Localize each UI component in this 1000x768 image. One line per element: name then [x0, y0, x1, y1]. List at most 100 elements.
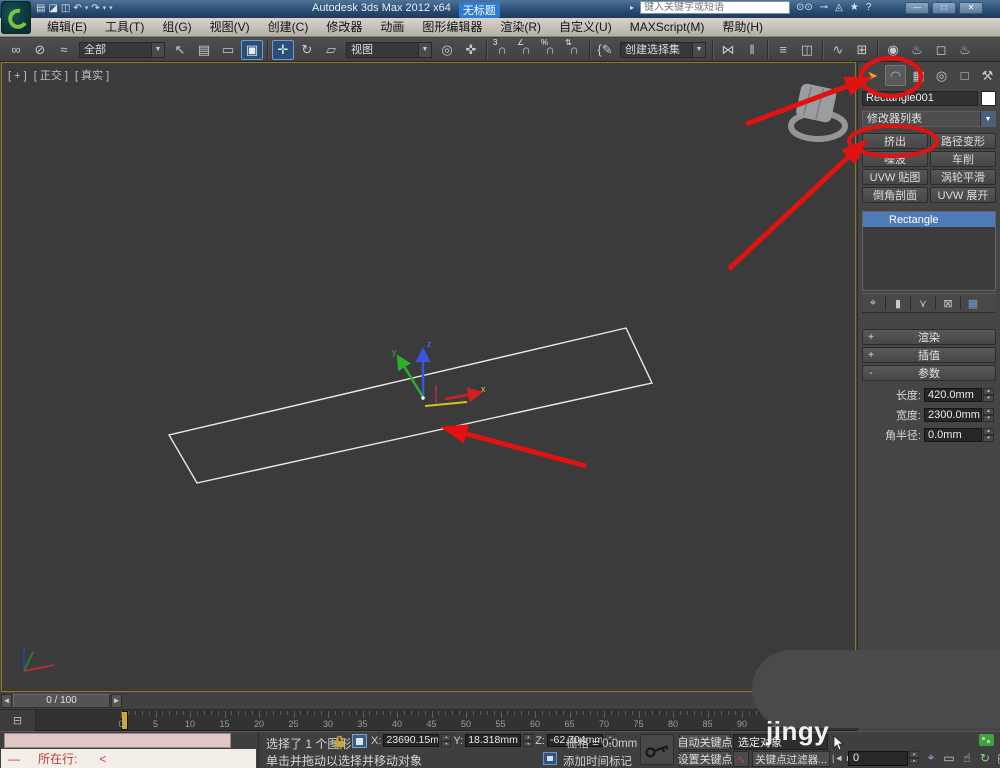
menu-rendering[interactable]: 渲染(R)	[491, 18, 550, 36]
search-input[interactable]	[640, 1, 791, 14]
modifier-button[interactable]: UVW 贴图	[862, 169, 928, 185]
maximize-button[interactable]: □	[932, 2, 956, 14]
track-bar[interactable]: ⊟ 05101520253035404550556065707580859095…	[0, 710, 857, 731]
spinner-up-icon[interactable]: ▴	[983, 428, 994, 435]
menu-group[interactable]: 组(G)	[153, 18, 200, 36]
spinner-down-icon[interactable]: ▾	[983, 395, 994, 402]
tab-motion-icon[interactable]: ◎	[931, 65, 952, 86]
render-production-icon[interactable]: ♨	[954, 40, 976, 60]
object-name-field[interactable]: Rectangle001	[862, 91, 978, 106]
modifier-button[interactable]: 倒角剖面	[862, 187, 928, 203]
remove-modifier-icon[interactable]: ⊠	[939, 295, 957, 311]
zoom-region-icon[interactable]: ▭	[942, 750, 956, 765]
graphite-ribbon-icon[interactable]: ◫	[796, 40, 818, 60]
menu-animation[interactable]: 动画	[371, 18, 413, 36]
tab-create-icon[interactable]: ➤	[862, 65, 883, 86]
named-selection-sets-dropdown[interactable]: 创建选择集 ▼	[620, 41, 706, 58]
bind-to-space-warp-icon[interactable]: ≈	[53, 40, 75, 60]
rectangle-shape[interactable]	[167, 327, 654, 484]
rendered-frame-icon[interactable]: ◻	[930, 40, 952, 60]
frame-forward-button[interactable]: ►	[111, 694, 122, 708]
selection-filter-dropdown[interactable]: 全部 ▼	[79, 41, 165, 58]
select-and-rotate-icon[interactable]: ↻	[296, 40, 318, 60]
extrude-button[interactable]: 挤出	[862, 133, 928, 149]
favorites-star-icon[interactable]: ★	[850, 2, 859, 13]
stack-item-rectangle[interactable]: Rectangle	[863, 212, 995, 227]
minimize-button[interactable]: —	[905, 2, 929, 14]
object-color-swatch[interactable]	[981, 91, 996, 106]
unlink-selection-icon[interactable]: ⊘	[29, 40, 51, 60]
tab-utilities-icon[interactable]: ⚒	[977, 65, 998, 86]
width-field[interactable]: 2300.0mm	[924, 408, 982, 422]
rollout-interpolation-header[interactable]: + 插值	[862, 347, 996, 363]
menu-create[interactable]: 创建(C)	[259, 18, 318, 36]
show-end-result-icon[interactable]: ▮	[889, 295, 907, 311]
set-keys-button[interactable]	[640, 734, 674, 765]
length-spinner[interactable]: ▴ ▾	[983, 388, 994, 402]
frame-spinner[interactable]: ▴ ▾	[909, 751, 919, 764]
menu-maxscript[interactable]: MAXScript(M)	[621, 18, 714, 36]
y-coord-spinner[interactable]: ▴ ▾	[523, 734, 534, 747]
qat-customize-arrow-icon[interactable]: ▾	[109, 2, 113, 15]
menu-views[interactable]: 视图(V)	[201, 18, 259, 36]
undo-dropdown-arrow-icon[interactable]: ▾	[85, 2, 89, 15]
modifier-button[interactable]: UVW 展开	[930, 187, 996, 203]
tab-modify-icon[interactable]: ◠	[885, 65, 906, 86]
communication-center-icon[interactable]: ◬	[835, 2, 843, 13]
corner-radius-spinner[interactable]: ▴ ▾	[983, 428, 994, 442]
snap-toggle-icon[interactable]: ∩ 3	[491, 38, 513, 60]
new-file-icon[interactable]: ▤	[36, 2, 45, 15]
key-filters-button[interactable]: 关键点过滤器...	[752, 751, 830, 767]
spinner-snap-icon[interactable]: ∩ ⇅	[563, 38, 585, 60]
viewport-label[interactable]: [ + ] [ 正交 ] [ 真实 ]	[8, 67, 113, 83]
zoom-extents-icon[interactable]: ⌖	[924, 750, 938, 765]
width-spinner[interactable]: ▴ ▾	[983, 408, 994, 422]
modifier-button[interactable]: 路径变形	[930, 133, 996, 149]
redo-icon[interactable]: ↷	[91, 2, 99, 15]
tab-hierarchy-icon[interactable]: ▦	[908, 65, 929, 86]
add-time-tag[interactable]: 添加时间标记	[563, 753, 632, 768]
viewport-menu-view[interactable]: [ 正交 ]	[34, 70, 68, 82]
length-field[interactable]: 420.0mm	[924, 388, 982, 402]
redo-dropdown-arrow-icon[interactable]: ▾	[103, 2, 107, 15]
tab-display-icon[interactable]: □	[954, 65, 975, 86]
spinner-up-icon[interactable]: ▴	[983, 388, 994, 395]
time-slider[interactable]: ◄ 0 / 100 ►	[0, 693, 857, 710]
percent-snap-icon[interactable]: ∩%	[539, 38, 561, 60]
y-coord-field[interactable]: 18.318mm	[465, 734, 522, 747]
subscription-center-icon[interactable]: ⊸	[820, 2, 828, 13]
rollout-toggle-icon[interactable]: +	[863, 332, 879, 343]
mirror-icon[interactable]: ⋈	[717, 40, 739, 60]
layer-manager-icon[interactable]: ≡	[772, 40, 794, 60]
orbit-icon[interactable]: ↻	[978, 750, 992, 765]
menu-help[interactable]: 帮助(H)	[713, 18, 772, 36]
time-slider-handle[interactable]: 0 / 100	[13, 694, 110, 708]
search-expand-icon[interactable]: ▸	[630, 3, 634, 12]
menu-customize[interactable]: 自定义(U)	[550, 18, 621, 36]
select-by-name-icon[interactable]: ▤	[193, 40, 215, 60]
modifier-button[interactable]: 车削	[930, 151, 996, 167]
undo-icon[interactable]: ↶	[73, 2, 81, 15]
corner-radius-field[interactable]: 0.0mm	[924, 428, 982, 442]
viewport[interactable]: z y x [ + ] [ 正交 ] [ 真实 ]	[1, 62, 856, 692]
rollout-parameters-header[interactable]: - 参数	[862, 365, 996, 381]
viewport-menu-shading[interactable]: [ 真实 ]	[75, 70, 109, 82]
x-coord-field[interactable]: 23690.15m	[383, 734, 440, 747]
menu-edit[interactable]: 编辑(E)	[38, 18, 96, 36]
open-file-icon[interactable]: ◪	[48, 2, 57, 15]
spinner-up-icon[interactable]: ▴	[983, 408, 994, 415]
select-and-link-icon[interactable]: ∞	[5, 40, 27, 60]
mini-curve-editor-icon[interactable]: ⊟	[0, 710, 36, 731]
pin-stack-icon[interactable]: ⌖	[864, 295, 882, 311]
select-object-icon[interactable]: ↖	[169, 40, 191, 60]
make-unique-icon[interactable]: ⋎	[914, 295, 932, 311]
spinner-down-icon[interactable]: ▾	[441, 740, 452, 747]
select-and-manipulate-icon[interactable]: ✜	[460, 40, 482, 60]
search-binoculars-icon[interactable]: ⊙⊙	[796, 2, 813, 13]
save-file-icon[interactable]: ◫	[61, 2, 70, 15]
modifier-button[interactable]: 涡轮平滑	[930, 169, 996, 185]
modifier-list-dropdown[interactable]: 修改器列表 ▼	[862, 111, 996, 127]
material-editor-icon[interactable]: ◉	[882, 40, 904, 60]
menu-graph-editors[interactable]: 图形编辑器	[413, 18, 491, 36]
select-and-scale-icon[interactable]: ▱	[320, 40, 342, 60]
